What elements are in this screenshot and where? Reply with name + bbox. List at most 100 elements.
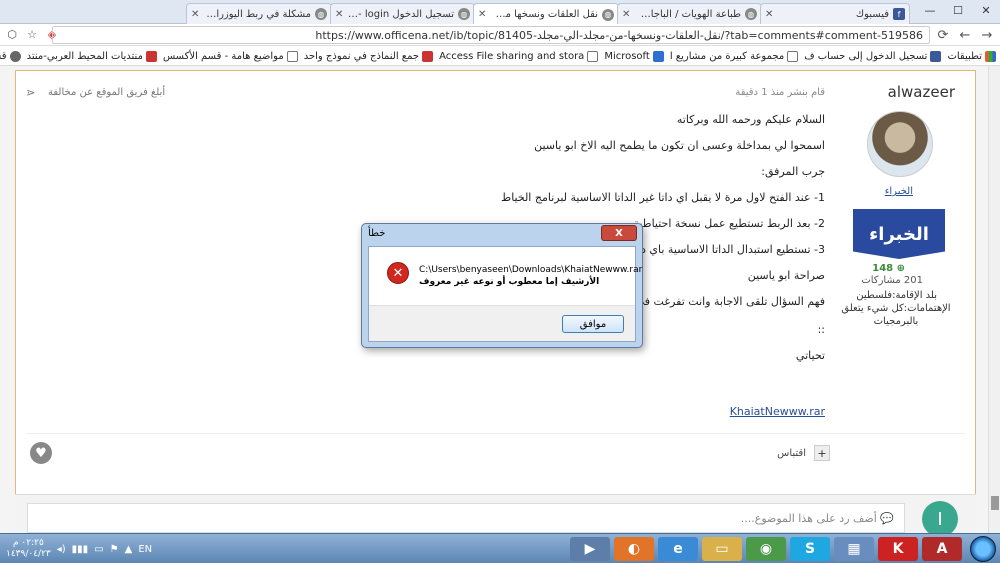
bookmark-item[interactable]: منتديات المحيط العربي-منتد (27, 50, 157, 62)
clock[interactable]: ٠٢:٢٥ م ١٤٣٩/٠٤/٢٣ (6, 538, 51, 560)
url-text[interactable]: https://www.officena.net/ib/topic/81405-… (315, 29, 923, 42)
scrollbar[interactable] (988, 66, 1000, 533)
browser-tab[interactable]: ◍ طباعة الهويات / الباجات / بطاق ✕ (617, 3, 762, 24)
back-icon[interactable]: → (976, 24, 998, 46)
network-icon[interactable]: ▮▮▮ (72, 544, 89, 555)
tray-arrow-icon[interactable]: ▲ (125, 544, 133, 555)
dialog-file-path: C:\Users\benyaseen\Downloads\KhaiatNewww… (419, 265, 643, 275)
author-panel: alwazeer الخبراء الخبراء ⊕ 148 201 مشارك… (841, 71, 975, 361)
post-line: :: (817, 323, 825, 336)
rank-link[interactable]: الخبراء (885, 186, 913, 197)
extension-shield-icon[interactable]: ⬡ (4, 26, 20, 42)
posts-count: 201 مشاركات (861, 275, 923, 286)
tab-close-icon[interactable]: ✕ (191, 9, 199, 20)
url-bar[interactable]: https://www.officena.net/ib/topic/81405-… (52, 26, 930, 44)
star-icon (145, 50, 157, 62)
bookmark-item[interactable]: Access File sharing and stora (439, 50, 599, 62)
browser-tab[interactable]: ◍ تسجيل الدخول login - قسم الأ ✕ (330, 3, 475, 24)
post-line: 1- عند الفتح لاول مرة لا يقبل اي داتا غي… (501, 191, 825, 204)
window-controls: — ☐ ✕ (916, 0, 1000, 22)
globe-icon: ◍ (315, 8, 327, 20)
report-link[interactable]: أبلغ فريق الموقع عن مخالفة (48, 87, 165, 98)
reply-input[interactable]: 💬 أضف رد على هذا الموضوع.... (27, 503, 905, 533)
tab-close-icon[interactable]: ✕ (478, 9, 486, 20)
dialog-message: الأرشيف إما معطوب أو نوعه غير معروف (419, 277, 600, 287)
heart-icon[interactable]: ♥ (30, 442, 52, 464)
circle-icon (9, 50, 21, 62)
doc-icon (787, 50, 799, 62)
chrome-app-icon[interactable]: ◉ (746, 537, 786, 561)
access-app-icon[interactable]: A (922, 537, 962, 561)
avatar[interactable] (867, 111, 933, 177)
clock-date: ١٤٣٩/٠٤/٢٣ (6, 549, 51, 559)
dialog-body: ✕ C:\Users\benyaseen\Downloads\KhaiatNew… (368, 246, 642, 342)
antivirus-app-icon[interactable]: K (878, 537, 918, 561)
post-line: 2- بعد الربط تستطيع عمل نسخة احتياطية (633, 217, 825, 230)
bookmark-item[interactable]: Microsoft (604, 50, 664, 62)
attachment-link[interactable]: KhaiatNewww.rar (730, 405, 825, 418)
minimize-icon[interactable]: — (916, 0, 944, 20)
interests: الإهتمامات:كل شيء يتعلق بالبرمجيات (841, 303, 951, 327)
error-icon: ✕ (387, 262, 409, 284)
post-line: فهم السؤال تلقى الاجابة وانت تفرغت في حل (617, 295, 825, 308)
comment-icon: 💬 (876, 511, 894, 525)
bookmark-item[interactable]: تطبيقات (947, 50, 996, 62)
globe-icon: ◍ (602, 8, 614, 21)
ok-button[interactable]: موافق (562, 315, 624, 333)
taskbar: A K ▦ S ◉ ▭ e ◐ ▶ ٠٢:٢٥ م ١٤٣٩/٠٤/٢٣ ◂) … (0, 533, 1000, 563)
doc-icon (587, 50, 599, 62)
post-line: صراحة ابو ياسين (747, 269, 825, 282)
ie-app-icon[interactable]: e (658, 537, 698, 561)
bookmark-label: تطبيقات (947, 50, 982, 62)
globe-icon: ◍ (458, 8, 470, 20)
bookmark-item[interactable]: تسجيل الدخول إلى حساب ف (804, 50, 942, 62)
post-line: تحياتي (795, 349, 825, 362)
bookmark-star-icon[interactable]: ☆ (24, 26, 40, 42)
post-line: 3- تستطيع استبدال الداتا الاساسية باي دا… (631, 243, 825, 256)
forward-icon[interactable]: ← (954, 24, 976, 46)
reload-icon[interactable]: ⟳ (932, 24, 954, 46)
post-time[interactable]: قام بنشر منذ 1 دقيقة (735, 87, 825, 98)
system-tray: ٠٢:٢٥ م ١٤٣٩/٠٤/٢٣ ◂) ▮▮▮ ▭ ⚑ ▲ EN (0, 534, 152, 563)
tab-title: فيسبوك (855, 8, 889, 20)
location: بلد الإقامة:فلسطين (856, 290, 937, 301)
bookmark-label: Microsoft (604, 50, 650, 62)
bookmark-item[interactable]: مواضيع هامة - قسم الأكسس (163, 50, 298, 62)
reputation: ⊕ 148 (872, 263, 905, 274)
volume-icon[interactable]: ◂) (57, 544, 66, 555)
close-window-icon[interactable]: ✕ (972, 0, 1000, 20)
post-footer: ♥ + اقتباس (26, 433, 965, 464)
explorer-folder-icon[interactable]: ▭ (702, 537, 742, 561)
globe-icon: ◍ (745, 8, 757, 20)
quote-button[interactable]: + اقتباس (777, 445, 830, 461)
firefox-app-icon[interactable]: ◐ (614, 537, 654, 561)
share-icon[interactable]: ⋖ (26, 86, 35, 99)
tab-strip: — ☐ ✕ ◍ مشكلة في ربط اليوزرات لاكثر و ✕ ◍ تس… (0, 0, 1000, 25)
dialog-close-button[interactable]: X (601, 225, 637, 241)
browser-tab[interactable]: ◍ نقل العلقات ونسخها من مجلد الي ✕ (473, 3, 619, 25)
language-indicator[interactable]: EN (138, 544, 152, 555)
bookmarks-bar: تطبيقات تسجيل الدخول إلى حساب ف مجموعة كبي… (0, 47, 1000, 66)
tab-close-icon[interactable]: ✕ (622, 9, 630, 20)
browser-tab[interactable]: ◍ مشكلة في ربط اليوزرات لاكثر و ✕ (186, 3, 332, 24)
bookmark-item[interactable]: جمع النماذج في نموذج واحد (304, 50, 434, 62)
battery-icon[interactable]: ▭ (94, 544, 103, 555)
author-name[interactable]: alwazeer (888, 83, 955, 101)
media-player-icon[interactable]: ▶ (570, 537, 610, 561)
skype-app-icon[interactable]: S (790, 537, 830, 561)
maximize-icon[interactable]: ☐ (944, 0, 972, 20)
scrollbar-thumb[interactable] (991, 496, 999, 510)
tab-title: نقل العلقات ونسخها من مجلد الي (490, 9, 598, 20)
start-button[interactable] (970, 536, 996, 562)
address-toolbar: ⬡ ☆ ◈ https://www.officena.net/ib/topic/… (0, 24, 1000, 46)
bookmark-item[interactable]: مجموعة كبيرة من مشاريع ا (670, 50, 799, 62)
taskbar-app-icon[interactable]: ▦ (834, 537, 874, 561)
rank-badge: الخبراء (853, 209, 945, 259)
post-line: جرب المرفق: (761, 165, 825, 178)
browser-tab[interactable]: f فيسبوك ✕ (760, 3, 910, 24)
bookmark-item[interactable]: قسم الأكسيس Access - أو (0, 50, 21, 62)
plus-circle-icon: ⊕ (893, 263, 905, 274)
tab-close-icon[interactable]: ✕ (335, 9, 343, 20)
flag-icon[interactable]: ⚑ (110, 544, 119, 555)
tab-close-icon[interactable]: ✕ (765, 9, 773, 20)
